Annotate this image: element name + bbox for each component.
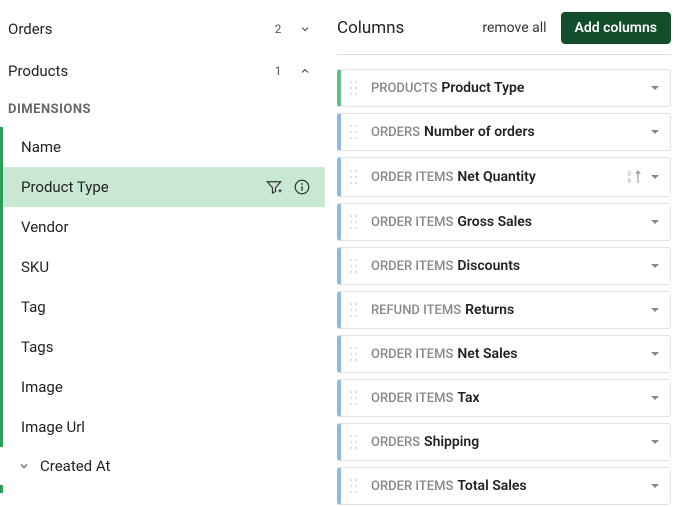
column-item[interactable]: ORDER ITEMS Net Quantity 0 9 — [337, 157, 671, 197]
dimension-item[interactable]: Product Type — [0, 167, 325, 207]
category-count: 2 — [267, 18, 289, 40]
column-item[interactable]: ORDERS Number of orders — [337, 113, 671, 151]
dimension-item[interactable]: Vendor — [0, 207, 325, 247]
dimension-label: Product Type — [21, 178, 265, 196]
columns-list: PRODUCTS Product Type ORDERS Number of o… — [337, 69, 671, 505]
chevron-down-icon — [299, 23, 311, 35]
filter-icon[interactable] — [265, 178, 283, 196]
drag-handle-icon[interactable] — [349, 80, 359, 96]
caret-down-icon[interactable] — [650, 393, 660, 403]
drag-handle-icon[interactable] — [349, 390, 359, 406]
dimension-label: Image Url — [21, 418, 311, 436]
caret-down-icon[interactable] — [650, 437, 660, 447]
column-field: Gross Sales — [457, 214, 650, 230]
column-source: ORDER ITEMS — [371, 479, 453, 494]
caret-down-icon[interactable] — [650, 83, 660, 93]
column-field: Net Quantity — [457, 169, 626, 185]
category-label: Orders — [8, 20, 267, 38]
column-source: PRODUCTS — [371, 81, 437, 96]
column-item[interactable]: REFUND ITEMS Returns — [337, 291, 671, 329]
category-count: 1 — [267, 60, 289, 82]
column-source: ORDERS — [371, 435, 420, 450]
dimension-item[interactable]: SKU — [0, 247, 325, 287]
caret-down-icon[interactable] — [650, 481, 660, 491]
drag-handle-icon[interactable] — [349, 346, 359, 362]
column-field: Discounts — [457, 258, 650, 274]
drag-handle-icon[interactable] — [349, 302, 359, 318]
caret-down-icon[interactable] — [650, 349, 660, 359]
caret-down-icon[interactable] — [650, 261, 660, 271]
caret-down-icon[interactable] — [650, 172, 660, 182]
column-item[interactable]: ORDER ITEMS Gross Sales — [337, 203, 671, 241]
dimension-item[interactable]: Tag — [0, 287, 325, 327]
dimension-item[interactable]: Image Url — [0, 407, 325, 447]
dimension-item[interactable]: Tags — [0, 327, 325, 367]
drag-handle-icon[interactable] — [349, 258, 359, 274]
column-source: ORDER ITEMS — [371, 215, 453, 230]
category-products[interactable]: Products 1 — [0, 50, 325, 92]
column-field: Total Sales — [457, 478, 650, 494]
svg-text:9: 9 — [628, 178, 631, 185]
add-columns-button[interactable]: Add columns — [561, 12, 671, 44]
sub-item-created-at[interactable]: Created At — [0, 447, 325, 485]
dimension-label: Image — [21, 378, 311, 396]
dimension-label: Vendor — [21, 218, 311, 236]
caret-down-icon[interactable] — [650, 127, 660, 137]
column-item[interactable]: ORDER ITEMS Total Sales — [337, 467, 671, 505]
dimensions-header: DIMENSIONS — [0, 92, 325, 127]
columns-header: Columns remove all Add columns — [337, 8, 671, 55]
column-field: Product Type — [441, 80, 650, 96]
caret-down-icon[interactable] — [650, 217, 660, 227]
column-source: ORDER ITEMS — [371, 347, 453, 362]
column-source: ORDER ITEMS — [371, 391, 453, 406]
column-item[interactable]: ORDER ITEMS Tax — [337, 379, 671, 417]
drag-handle-icon[interactable] — [349, 214, 359, 230]
column-source: ORDER ITEMS — [371, 170, 453, 185]
column-field: Number of orders — [424, 124, 650, 140]
column-item[interactable]: ORDER ITEMS Discounts — [337, 247, 671, 285]
drag-handle-icon[interactable] — [349, 169, 359, 185]
column-source: ORDER ITEMS — [371, 259, 453, 274]
dimension-label: Tag — [21, 298, 311, 316]
dimension-item[interactable]: Image — [0, 367, 325, 407]
column-field: Tax — [457, 390, 650, 406]
column-source: REFUND ITEMS — [371, 303, 461, 318]
drag-handle-icon[interactable] — [349, 478, 359, 494]
columns-title: Columns — [337, 18, 482, 38]
dimension-actions — [265, 178, 311, 196]
column-field: Returns — [465, 302, 650, 318]
dimension-label: SKU — [21, 258, 311, 276]
column-field: Shipping — [424, 434, 650, 450]
remove-all-link[interactable]: remove all — [482, 20, 546, 36]
column-source: ORDERS — [371, 125, 420, 140]
dimension-item[interactable] — [0, 485, 325, 493]
right-panel: Columns remove all Add columns PRODUCTS … — [325, 0, 683, 507]
caret-down-icon[interactable] — [650, 305, 660, 315]
svg-text:0: 0 — [628, 171, 632, 178]
column-item[interactable]: PRODUCTS Product Type — [337, 69, 671, 107]
chevron-up-icon — [299, 65, 311, 77]
drag-handle-icon[interactable] — [349, 434, 359, 450]
category-orders[interactable]: Orders 2 — [0, 8, 325, 50]
left-panel: Orders 2 Products 1 DIMENSIONS Name Produ… — [0, 0, 325, 507]
sub-item-label: Created At — [40, 457, 110, 475]
chevron-down-icon — [18, 460, 30, 472]
category-label: Products — [8, 62, 267, 80]
column-item[interactable]: ORDER ITEMS Net Sales — [337, 335, 671, 373]
sort-indicator-icon[interactable]: 0 9 — [626, 168, 644, 186]
info-icon[interactable] — [293, 178, 311, 196]
dimension-label: Name — [21, 138, 311, 156]
dimension-item[interactable]: Name — [0, 127, 325, 167]
dimension-label: Tags — [21, 338, 311, 356]
column-item[interactable]: ORDERS Shipping — [337, 423, 671, 461]
dimensions-list: Name Product Type Vendor SKU Tag Tags Image Im… — [0, 127, 325, 447]
drag-handle-icon[interactable] — [349, 124, 359, 140]
column-field: Net Sales — [457, 346, 650, 362]
